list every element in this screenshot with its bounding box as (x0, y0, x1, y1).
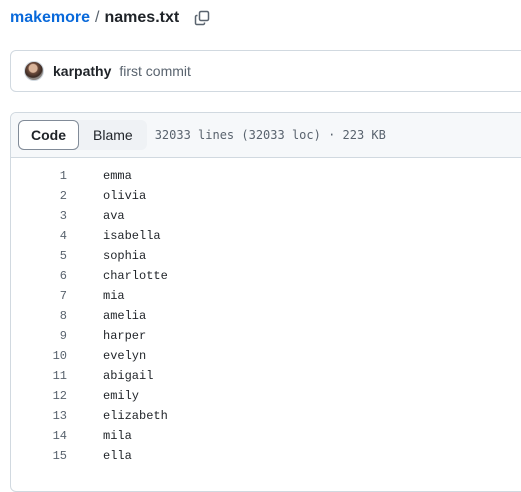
breadcrumb-separator: / (95, 9, 100, 26)
copy-icon (194, 10, 210, 26)
line-number[interactable]: 11 (11, 369, 67, 383)
code-content: 1 emma 2 olivia 3 ava 4 isabella 5 sophia 6 ch… (11, 158, 521, 466)
breadcrumb: makemore / names.txt (10, 6, 211, 30)
line-number[interactable]: 14 (11, 429, 67, 443)
code-line: 2 olivia (11, 186, 521, 206)
line-number[interactable]: 2 (11, 189, 67, 203)
line-number[interactable]: 9 (11, 329, 67, 343)
line-text: ella (103, 449, 132, 463)
line-number[interactable]: 4 (11, 229, 67, 243)
line-text: evelyn (103, 349, 147, 363)
code-line: 9 harper (11, 326, 521, 346)
commit-author-link[interactable]: karpathy (53, 63, 111, 79)
code-line: 3 ava (11, 206, 521, 226)
copy-path-button[interactable] (193, 9, 211, 27)
line-text: ava (103, 209, 125, 223)
file-info: 32033 lines (32033 loc) · 223 KB (154, 128, 386, 142)
code-line: 5 sophia (11, 246, 521, 266)
line-text: elizabeth (103, 409, 168, 423)
code-line: 10 evelyn (11, 346, 521, 366)
line-number[interactable]: 8 (11, 309, 67, 323)
line-text: mia (103, 289, 125, 303)
code-line: 1 emma (11, 166, 521, 186)
code-line: 14 mila (11, 426, 521, 446)
code-line: 12 emily (11, 386, 521, 406)
line-number[interactable]: 10 (11, 349, 67, 363)
line-number[interactable]: 12 (11, 389, 67, 403)
view-toggle: Code Blame (18, 120, 147, 150)
breadcrumb-file-name: names.txt (104, 9, 180, 26)
line-number[interactable]: 1 (11, 169, 67, 183)
code-tab[interactable]: Code (18, 120, 79, 150)
line-number[interactable]: 15 (11, 449, 67, 463)
line-text: amelia (103, 309, 147, 323)
code-line: 6 charlotte (11, 266, 521, 286)
line-text: emma (103, 169, 132, 183)
avatar[interactable] (24, 61, 44, 81)
commit-message-link[interactable]: first commit (119, 63, 191, 79)
code-line: 15 ella (11, 446, 521, 466)
line-number[interactable]: 13 (11, 409, 67, 423)
file-header: Code Blame 32033 lines (32033 loc) · 223… (11, 113, 521, 158)
latest-commit-bar: karpathy first commit (10, 50, 521, 92)
code-line: 11 abigail (11, 366, 521, 386)
blame-tab[interactable]: Blame (79, 120, 147, 150)
line-text: sophia (103, 249, 147, 263)
line-number[interactable]: 6 (11, 269, 67, 283)
code-line: 13 elizabeth (11, 406, 521, 426)
code-line: 7 mia (11, 286, 521, 306)
line-text: isabella (103, 229, 161, 243)
line-text: mila (103, 429, 132, 443)
line-text: charlotte (103, 269, 168, 283)
line-text: olivia (103, 189, 147, 203)
file-viewer: Code Blame 32033 lines (32033 loc) · 223… (10, 112, 521, 492)
code-line: 8 amelia (11, 306, 521, 326)
line-number[interactable]: 3 (11, 209, 67, 223)
line-number[interactable]: 5 (11, 249, 67, 263)
line-text: emily (103, 389, 140, 403)
breadcrumb-repo-link[interactable]: makemore (10, 9, 90, 27)
line-text: abigail (103, 369, 154, 383)
line-number[interactable]: 7 (11, 289, 67, 303)
line-text: harper (103, 329, 147, 343)
code-line: 4 isabella (11, 226, 521, 246)
